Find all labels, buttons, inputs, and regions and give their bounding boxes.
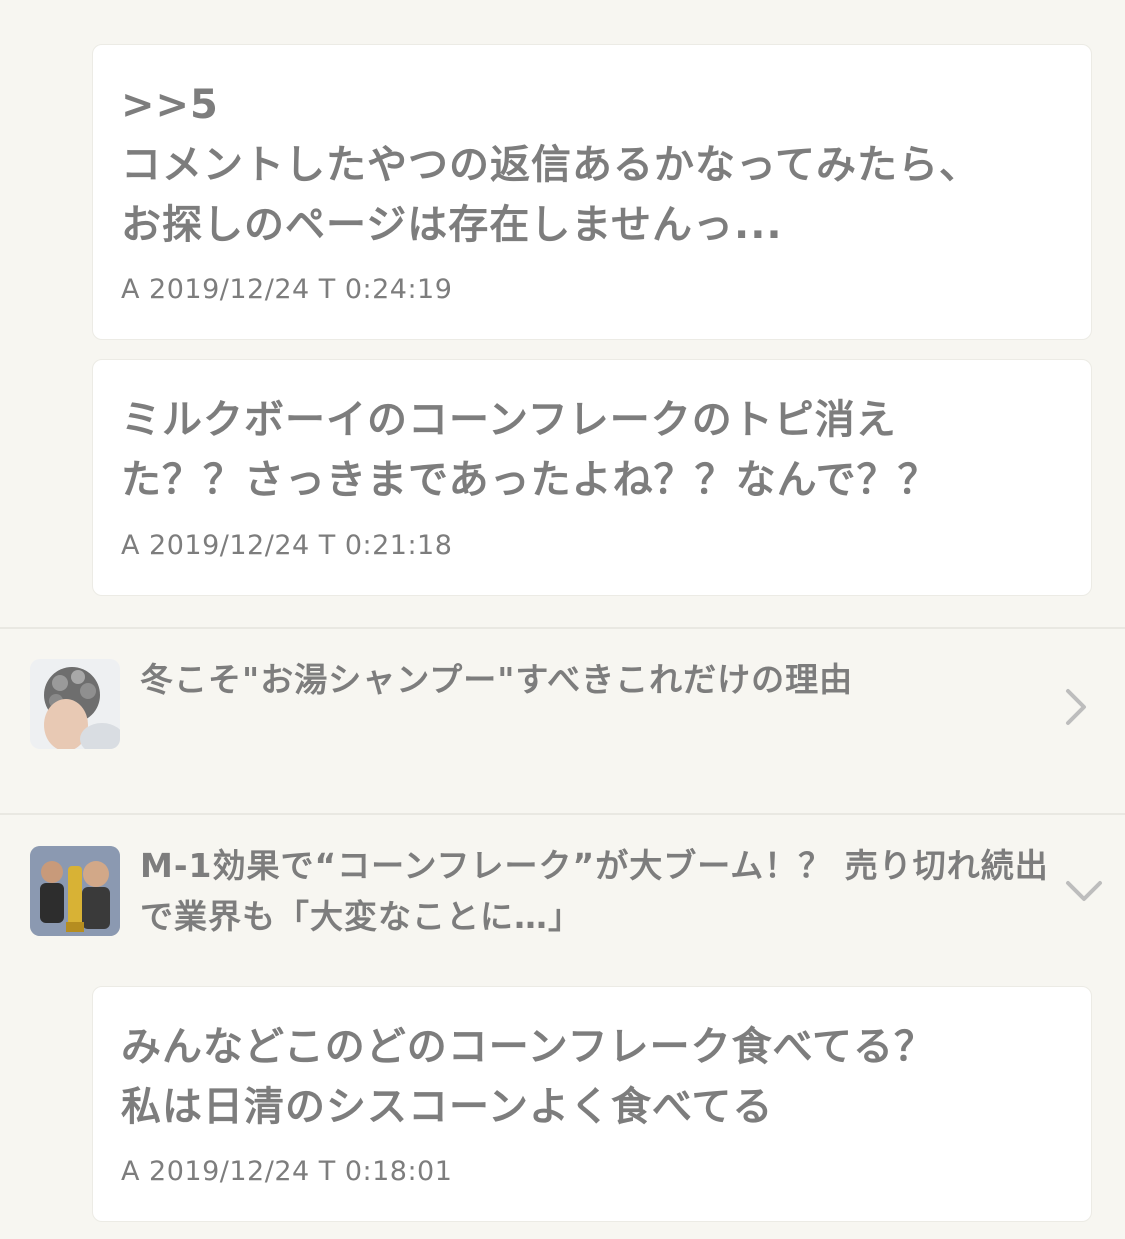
comment-body: ミルクボーイのコーンフレークのトピ消え た？？さっきまであったよね？？なんで？？	[121, 397, 939, 503]
article-thumbnail	[30, 659, 120, 749]
chevron-down-icon[interactable]	[1064, 877, 1104, 905]
related-article-link[interactable]: 冬こそ"お湯シャンプー"すべきこれだけの理由	[0, 629, 1125, 813]
related-article-link[interactable]: M-1効果で“コーンフレーク”が大ブーム！？ 売り切れ続出で業界も「大変なことに…	[0, 815, 1125, 965]
comment-meta: A 2019/12/24 T 0:21:18	[121, 530, 453, 561]
comment-card[interactable]: >>5 コメントしたやつの返信あるかなってみたら、 お探しのページは存在しません…	[92, 44, 1092, 340]
chevron-right-icon	[1066, 689, 1086, 725]
article-thumbnail	[30, 846, 120, 936]
comment-meta: A 2019/12/24 T 0:24:19	[121, 274, 453, 305]
comment-body: みんなどこのどのコーンフレーク食べてる？ 私は日清のシスコーンよく食べてる	[121, 1024, 935, 1130]
related-article-title: M-1効果で“コーンフレーク”が大ブーム！？ 売り切れ続出で業界も「大変なことに…	[140, 846, 1049, 936]
related-article-title: 冬こそ"お湯シャンプー"すべきこれだけの理由	[140, 660, 854, 699]
comment-card[interactable]: ミルクボーイのコーンフレークのトピ消え た？？さっきまであったよね？？なんで？？…	[92, 359, 1092, 596]
comment-body: >>5 コメントしたやつの返信あるかなってみたら、 お探しのページは存在しません…	[121, 82, 980, 248]
comment-meta: A 2019/12/24 T 0:18:01	[121, 1156, 453, 1187]
comment-card[interactable]: みんなどこのどのコーンフレーク食べてる？ 私は日清のシスコーンよく食べてる A …	[92, 986, 1092, 1222]
